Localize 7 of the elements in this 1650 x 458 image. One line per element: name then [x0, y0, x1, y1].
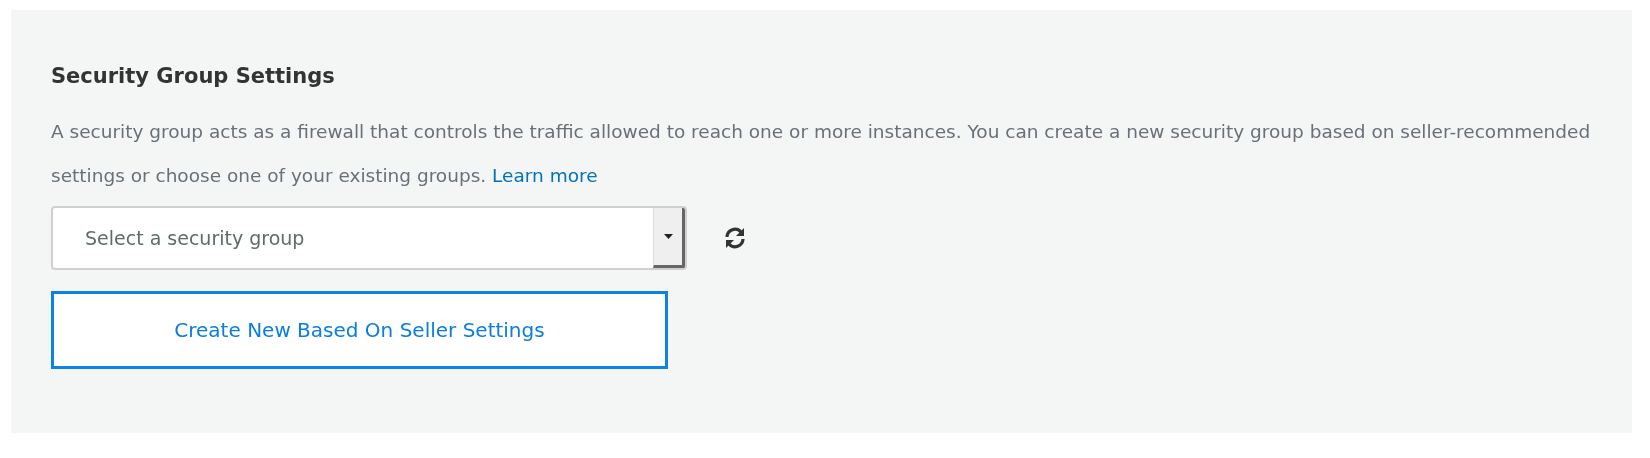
learn-more-link[interactable]: Learn more: [492, 165, 598, 186]
caret-icon: [663, 234, 673, 239]
section-description: A security group acts as a firewall that controls the traffic allowed to reach one or more instances. You can create a new security group based on seller-recommended settings or choose one of your existing groups. Learn more: [51, 120, 1592, 188]
security-group-select[interactable]: Select a security group: [51, 206, 687, 270]
section-title: Security Group Settings: [51, 64, 335, 88]
refresh-icon[interactable]: [723, 227, 747, 249]
create-new-button[interactable]: Create New Based On Seller Settings: [51, 291, 668, 369]
